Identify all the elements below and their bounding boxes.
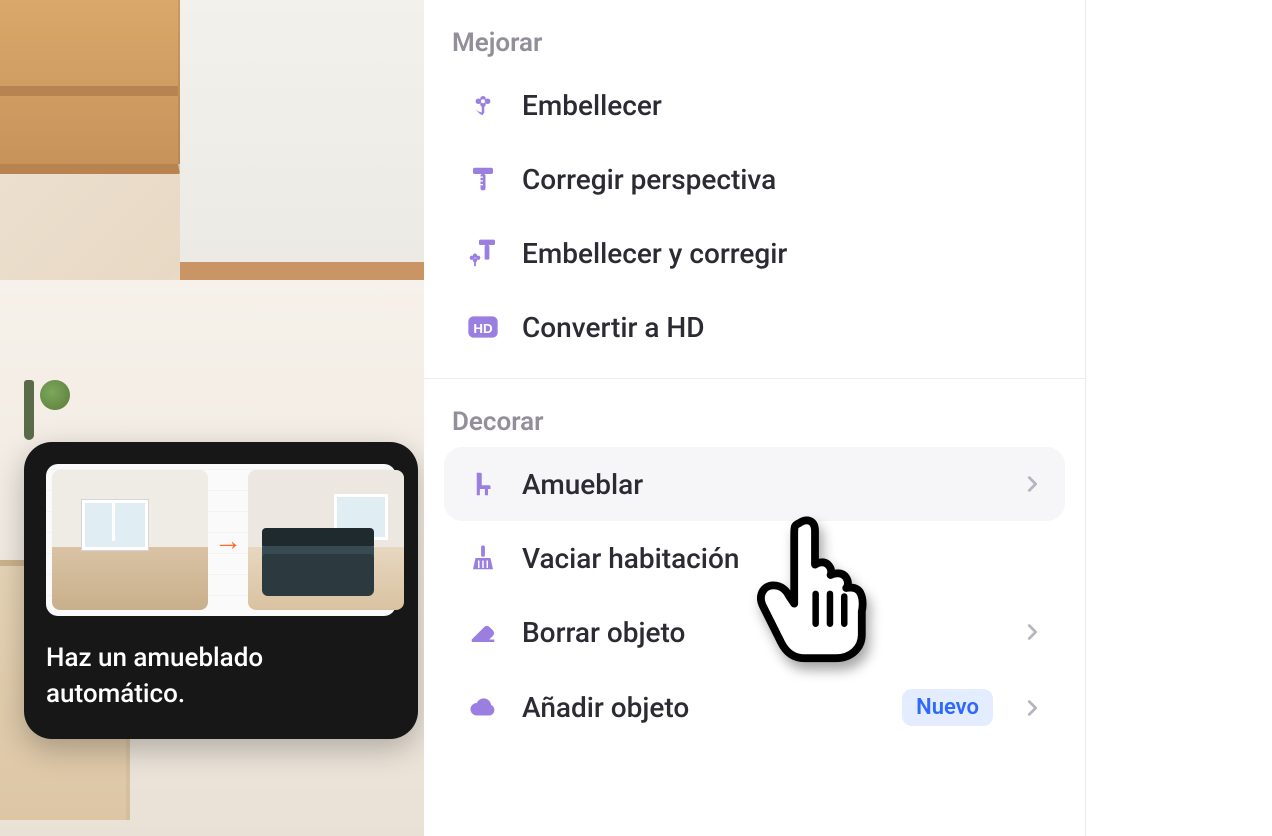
menu-item-label: Embellecer y corregir [522, 237, 1043, 270]
tooltip-text: Haz un amueblado automático. [46, 640, 396, 713]
app-frame: → Haz un amueblado automático. Mejorar [0, 0, 1272, 836]
menu-item-embellecer-y-corregir[interactable]: Embellecer y corregir [444, 216, 1065, 290]
menu-panel: Mejorar Embellecer [424, 0, 1086, 836]
menu-item-label: Embellecer [522, 89, 1043, 122]
menu-item-embellecer[interactable]: Embellecer [444, 68, 1065, 142]
flower-ruler-icon [466, 236, 500, 270]
section-header-mejorar: Mejorar [444, 0, 1065, 68]
preview-before-image [52, 470, 208, 610]
t-ruler-icon [466, 162, 500, 196]
menu-item-label: Borrar objeto [522, 616, 999, 649]
menu-item-label: Vaciar habitación [522, 542, 1043, 575]
hd-icon: HD [466, 310, 500, 344]
section-header-decorar: Decorar [444, 379, 1065, 447]
preview-after-image [248, 470, 404, 610]
arrow-right-icon: → [214, 524, 242, 557]
svg-text:HD: HD [473, 321, 493, 336]
cloud-icon [466, 691, 500, 725]
broom-icon [466, 541, 500, 575]
menu-item-amueblar[interactable]: Amueblar [444, 447, 1065, 521]
menu-item-label: Convertir a HD [522, 311, 1043, 344]
menu-item-convertir-hd[interactable]: HD Convertir a HD [444, 290, 1065, 364]
chair-icon [466, 467, 500, 501]
menu-item-label: Añadir objeto [522, 691, 880, 724]
flower-icon [466, 88, 500, 122]
chevron-right-icon [1021, 621, 1043, 643]
menu-item-label: Amueblar [522, 468, 999, 501]
menu-item-borrar-objeto[interactable]: Borrar objeto [444, 595, 1065, 669]
badge-new: Nuevo [902, 689, 993, 726]
chevron-right-icon [1021, 697, 1043, 719]
menu-item-label: Corregir perspectiva [522, 163, 1043, 196]
chevron-right-icon [1021, 473, 1043, 495]
tooltip-preview-row: → [46, 464, 396, 616]
right-whitespace [1086, 0, 1272, 836]
tooltip-card: → Haz un amueblado automático. [24, 442, 418, 739]
menu-item-anadir-objeto[interactable]: Añadir objeto Nuevo [444, 669, 1065, 746]
menu-item-corregir-perspectiva[interactable]: Corregir perspectiva [444, 142, 1065, 216]
left-image-column: → Haz un amueblado automático. [0, 0, 424, 836]
eraser-icon [466, 615, 500, 649]
menu-item-vaciar-habitacion[interactable]: Vaciar habitación [444, 521, 1065, 595]
